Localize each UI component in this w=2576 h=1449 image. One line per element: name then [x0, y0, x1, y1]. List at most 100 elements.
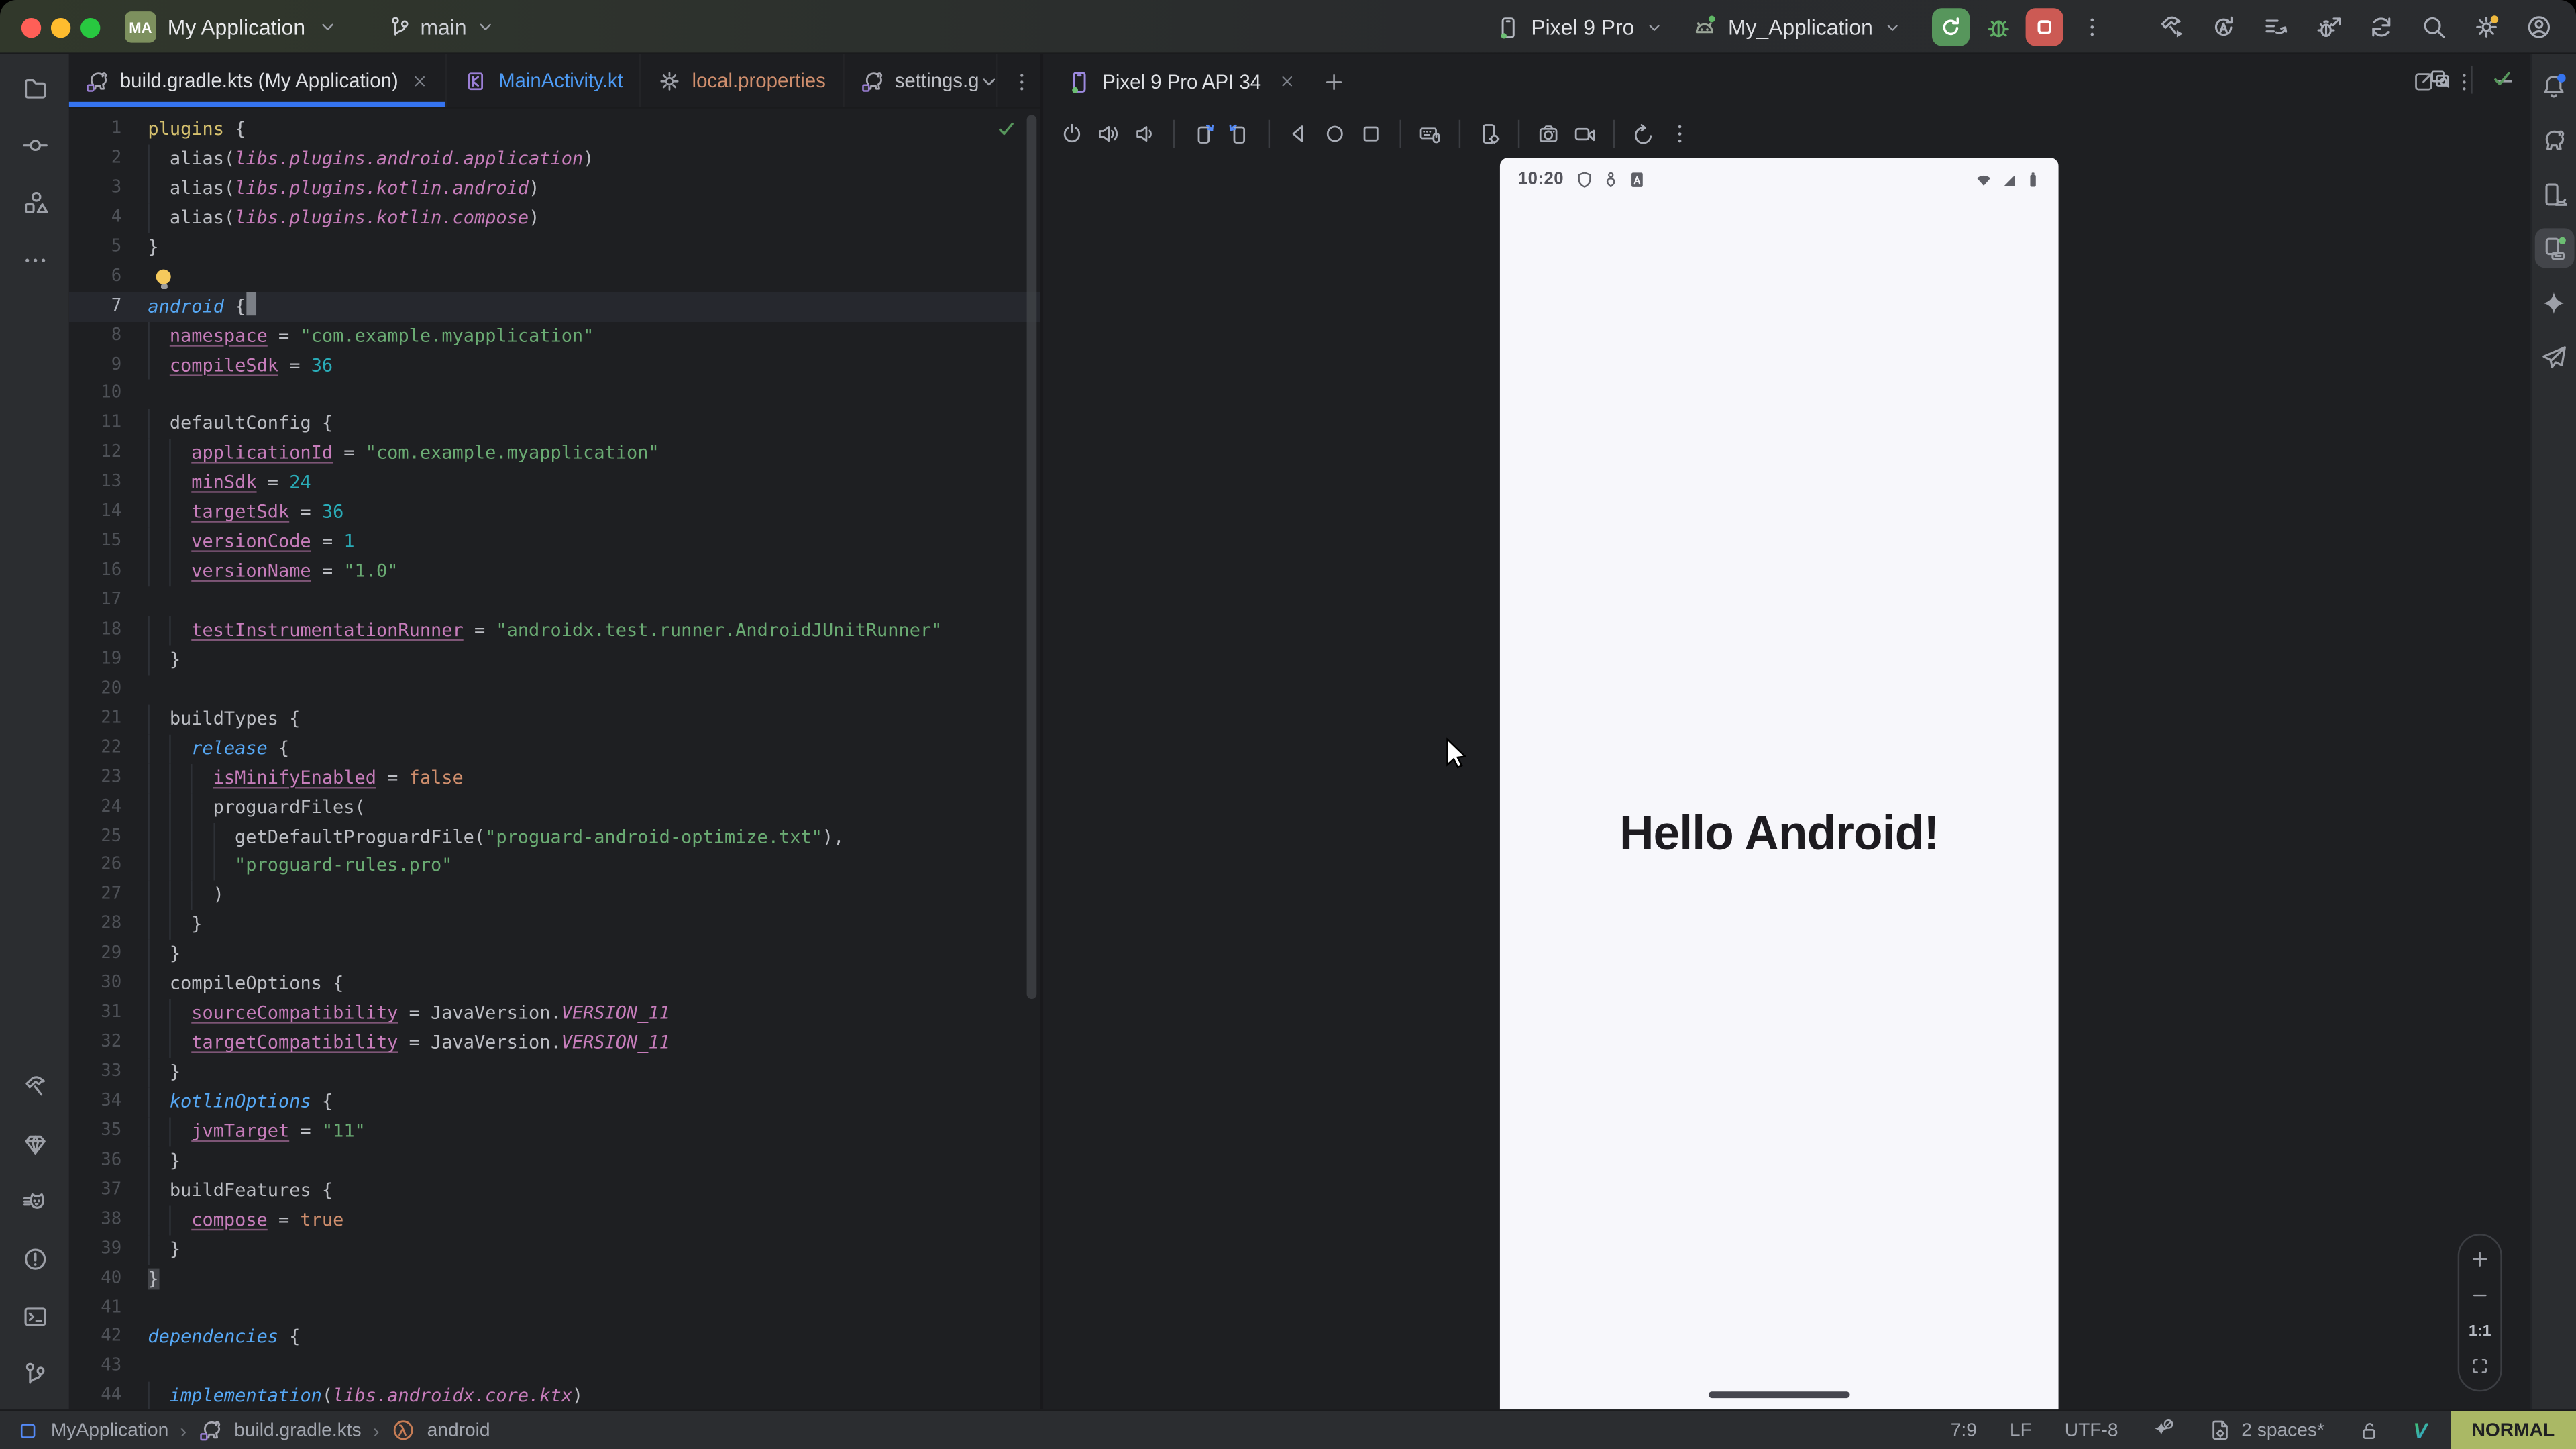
quickfix-bulb-icon[interactable] [156, 269, 171, 284]
stop-button[interactable] [2026, 8, 2063, 46]
project-folder-button[interactable] [15, 67, 54, 107]
structure-shapes-button[interactable] [15, 182, 54, 222]
ui-check-icon[interactable] [2428, 66, 2453, 91]
zoom-in-icon[interactable] [2469, 1248, 2491, 1270]
emulator-more-kebab-icon[interactable] [1668, 121, 1693, 146]
rerun-button[interactable] [1932, 8, 1970, 46]
app-quality-insights-button[interactable] [15, 1124, 54, 1163]
code-line-6[interactable]: 6 [69, 262, 1040, 292]
code-line-28[interactable]: 28 } [69, 911, 1040, 941]
code-line-32[interactable]: 32 targetCompatibility = JavaVersion.VER… [69, 1028, 1040, 1058]
code-line-16[interactable]: 16 versionName = "1.0" [69, 557, 1040, 586]
gradle-sync-button[interactable] [2359, 6, 2402, 49]
code-line-17[interactable]: 17 [69, 586, 1040, 616]
editor-tab-2[interactable]: MainActivity.kt [447, 54, 641, 107]
terminal-button[interactable] [15, 1296, 54, 1336]
indent-setting[interactable]: 2 spaces* [2192, 1411, 2341, 1449]
apply-code-changes-button[interactable] [2254, 6, 2297, 49]
close-window-button[interactable] [21, 17, 41, 37]
build-hammer-button[interactable] [2149, 6, 2192, 49]
code-line-36[interactable]: 36 } [69, 1146, 1040, 1176]
code-line-39[interactable]: 39 } [69, 1235, 1040, 1265]
code-line-9[interactable]: 9 compileSdk = 36 [69, 351, 1040, 380]
code-line-18[interactable]: 18 testInstrumentationRunner = "androidx… [69, 616, 1040, 645]
code-line-40[interactable]: 40} [69, 1265, 1040, 1294]
code-line-20[interactable]: 20 [69, 675, 1040, 704]
code-line-26[interactable]: 26 "proguard-rules.pro" [69, 852, 1040, 881]
screen-record-icon[interactable] [1572, 121, 1597, 146]
device-settings-icon[interactable] [1477, 121, 1502, 146]
rotate-right-icon[interactable] [1227, 121, 1252, 146]
code-line-3[interactable]: 3 alias(libs.plugins.kotlin.android) [69, 174, 1040, 203]
code-line-19[interactable]: 19 } [69, 645, 1040, 675]
file-encoding[interactable]: UTF-8 [2048, 1411, 2135, 1449]
build-tool-button[interactable] [15, 1066, 54, 1106]
code-line-34[interactable]: 34 kotlinOptions { [69, 1087, 1040, 1117]
code-line-35[interactable]: 35 jvmTarget = "11" [69, 1117, 1040, 1146]
volume-up-icon[interactable] [1095, 121, 1120, 146]
profile-button[interactable] [2517, 6, 2560, 49]
version-control-button[interactable] [15, 1354, 54, 1393]
code-line-15[interactable]: 15 versionCode = 1 [69, 527, 1040, 557]
code-line-23[interactable]: 23 isMinifyEnabled = false [69, 763, 1040, 793]
code-line-7[interactable]: 7android { [69, 292, 1040, 321]
logcat-cat-button[interactable] [15, 1181, 54, 1221]
code-line-22[interactable]: 22 release { [69, 734, 1040, 763]
breadcrumb-project[interactable]: MyApplication [51, 1420, 168, 1440]
ai-assistant-status[interactable] [2135, 1411, 2192, 1449]
breadcrumb-element[interactable]: android [427, 1420, 490, 1440]
code-line-10[interactable]: 10 [69, 380, 1040, 410]
tab-list-chevron-icon[interactable] [977, 70, 1000, 93]
code-line-12[interactable]: 12 applicationId = "com.example.myapplic… [69, 439, 1040, 469]
tab-options-kebab-icon[interactable] [1010, 70, 1033, 93]
editor-tab-4[interactable]: settings.g [844, 54, 998, 107]
code-line-1[interactable]: 1plugins { [69, 115, 1040, 144]
more-tool-windows-button[interactable] [15, 240, 54, 280]
run-more-menu[interactable] [2070, 6, 2113, 49]
code-line-44[interactable]: 44 implementation(libs.androidx.core.ktx… [69, 1382, 1040, 1409]
power-icon[interactable] [1060, 121, 1085, 146]
device-manager-button[interactable] [2534, 174, 2574, 214]
code-line-21[interactable]: 21 buildTypes { [69, 704, 1040, 734]
code-line-42[interactable]: 42dependencies { [69, 1324, 1040, 1353]
zoom-to-fit-icon[interactable] [2469, 1355, 2491, 1377]
code-line-2[interactable]: 2 alias(libs.plugins.android.application… [69, 144, 1040, 174]
attach-debugger-button[interactable] [2306, 6, 2349, 49]
code-line-4[interactable]: 4 alias(libs.plugins.kotlin.compose) [69, 203, 1040, 233]
code-editor[interactable]: 1plugins {2 alias(libs.plugins.android.a… [69, 109, 1040, 1410]
code-line-27[interactable]: 27 ) [69, 881, 1040, 911]
airplane-button[interactable] [2534, 337, 2574, 376]
emulator-inspections-ok-icon[interactable] [2491, 67, 2514, 90]
gradle-button[interactable] [2534, 120, 2574, 160]
code-line-38[interactable]: 38 compose = true [69, 1205, 1040, 1235]
problems-button[interactable] [15, 1239, 54, 1279]
add-device-tab-icon[interactable] [1322, 70, 1345, 93]
branch-selector[interactable]: main [388, 15, 496, 40]
code-line-24[interactable]: 24 proguardFiles( [69, 793, 1040, 822]
commit-button[interactable] [15, 125, 54, 164]
code-line-41[interactable]: 41 [69, 1294, 1040, 1324]
device-selector[interactable]: Pixel 9 Pro [1485, 9, 1674, 45]
line-separator[interactable]: LF [1993, 1411, 2048, 1449]
breadcrumb-file[interactable]: build.gradle.kts [234, 1420, 361, 1440]
hardware-input-icon[interactable] [1417, 121, 1442, 146]
editor-tab-1[interactable]: build.gradle.kts (My Application) [69, 54, 447, 107]
overview-icon[interactable] [1358, 121, 1383, 146]
close-icon[interactable] [1278, 72, 1296, 91]
code-line-25[interactable]: 25 getDefaultProguardFile("proguard-andr… [69, 822, 1040, 852]
zoom-window-button[interactable] [80, 17, 100, 37]
code-line-13[interactable]: 13 minSdk = 24 [69, 469, 1040, 498]
code-line-43[interactable]: 43 [69, 1352, 1040, 1382]
minimize-window-button[interactable] [51, 17, 70, 37]
zoom-out-icon[interactable] [2469, 1285, 2491, 1307]
debug-button[interactable] [1976, 6, 2019, 49]
emulator-device-tab[interactable]: Pixel 9 Pro API 34 [1057, 68, 1306, 95]
apply-changes-restart-button[interactable] [2202, 6, 2245, 49]
rotate-left-icon[interactable] [1191, 121, 1216, 146]
zoom-1to1-button[interactable]: 1:1 [2469, 1322, 2491, 1340]
running-devices-button[interactable] [2534, 228, 2574, 268]
code-line-33[interactable]: 33 } [69, 1058, 1040, 1087]
settings-gear-button[interactable] [2464, 6, 2507, 49]
screenshot-camera-icon[interactable] [1536, 121, 1561, 146]
code-line-37[interactable]: 37 buildFeatures { [69, 1176, 1040, 1205]
